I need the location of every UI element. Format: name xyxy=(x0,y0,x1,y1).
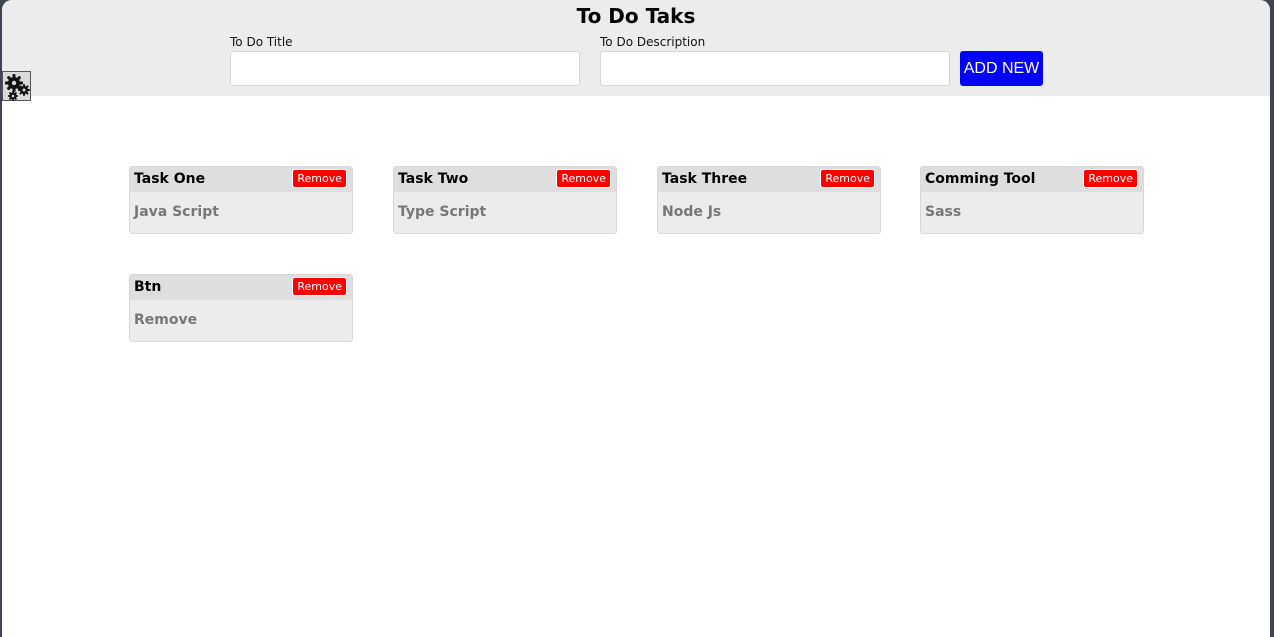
task-description: Sass xyxy=(925,204,962,220)
remove-button[interactable]: Remove xyxy=(1083,169,1138,188)
task-card: Task One Remove Java Script xyxy=(129,166,353,234)
app-window: To Do Taks To Do Title To Do Description… xyxy=(2,0,1270,637)
task-card: Task Two Remove Type Script xyxy=(393,166,617,234)
title-input[interactable] xyxy=(230,51,580,86)
page-title: To Do Taks xyxy=(576,4,696,28)
task-description: Node Js xyxy=(662,204,722,220)
task-card-header: Task Three Remove xyxy=(658,167,880,192)
task-title: Task Three xyxy=(662,171,748,187)
remove-button[interactable]: Remove xyxy=(292,277,347,296)
remove-button[interactable]: Remove xyxy=(820,169,875,188)
header-bar: To Do Taks To Do Title To Do Description… xyxy=(2,0,1270,96)
task-card-header: Task One Remove xyxy=(130,167,352,192)
description-field-label: To Do Description xyxy=(600,35,706,49)
task-title: Comming Tool xyxy=(925,171,1036,187)
task-card-header: Btn Remove xyxy=(130,275,352,300)
task-description: Remove xyxy=(134,312,198,328)
task-description: Type Script xyxy=(398,204,487,220)
task-card: Task Three Remove Node Js xyxy=(657,166,881,234)
description-input[interactable] xyxy=(600,51,950,86)
task-description: Java Script xyxy=(134,204,219,220)
task-card: Comming Tool Remove Sass xyxy=(920,166,1144,234)
gears-icon xyxy=(5,74,30,101)
add-new-button[interactable]: ADD NEW xyxy=(960,51,1043,86)
title-field-label: To Do Title xyxy=(230,35,293,49)
task-title: Task Two xyxy=(398,171,469,187)
remove-button[interactable]: Remove xyxy=(556,169,611,188)
task-title: Btn xyxy=(134,279,162,295)
task-title: Task One xyxy=(134,171,206,187)
task-card-header: Comming Tool Remove xyxy=(921,167,1143,192)
settings-button[interactable] xyxy=(2,71,31,101)
remove-button[interactable]: Remove xyxy=(292,169,347,188)
task-card: Btn Remove Remove xyxy=(129,274,353,342)
task-card-header: Task Two Remove xyxy=(394,167,616,192)
